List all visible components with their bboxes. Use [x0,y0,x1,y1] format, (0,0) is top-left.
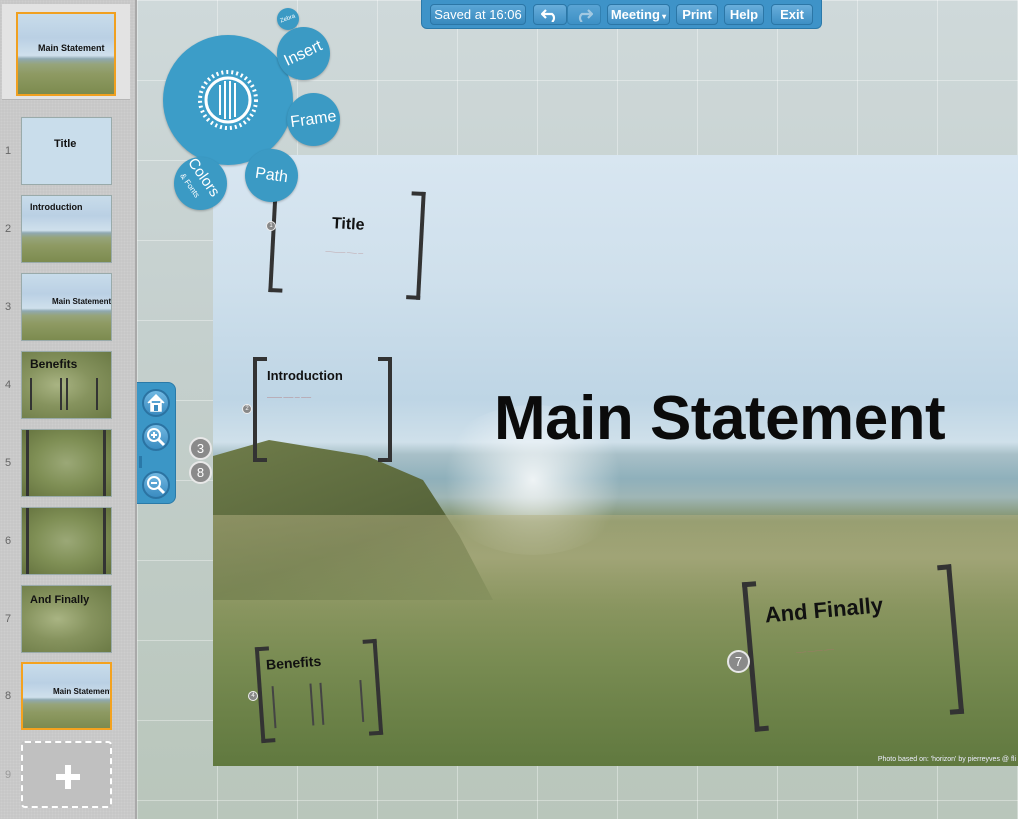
undo-icon [540,9,556,23]
slide-number: 5 [5,457,12,469]
thumb-bracket [26,508,106,574]
zoom-panel [137,382,176,504]
slide-number: 6 [5,535,12,547]
slide-canvas[interactable]: Title ———— —— — 1 Introduction ——— —— — … [213,155,1018,766]
slide-number: 9 [5,769,12,781]
slide-row-9[interactable]: 9 [0,741,137,811]
help-button[interactable]: Help [724,4,764,25]
insert-label: Insert [281,36,326,70]
slide-thumb-label: Main Statement [53,687,112,696]
slide-number: 1 [5,145,12,157]
overview-image: Main Statement [16,12,116,96]
slide-number: 8 [5,690,12,702]
zoom-out-icon [147,476,166,495]
frame-label: Frame [289,107,338,131]
bracket-right [406,191,426,300]
slide-thumb-3[interactable]: Main Statement [21,273,112,341]
slide-thumb-label: And Finally [30,594,90,606]
slide-number: 7 [5,613,12,625]
slide-row-7[interactable]: 7 And Finally [0,585,137,655]
home-icon [147,393,165,412]
slide-row-3[interactable]: 3 Main Statement [0,273,137,343]
slide-thumb-label: Title [54,138,77,150]
zoom-in-button[interactable] [142,423,170,451]
saved-status: Saved at 16:06 [430,4,526,25]
slide-thumb-6[interactable] [21,507,112,575]
slide-thumb-5[interactable] [21,429,112,497]
path-badge-7[interactable]: 7 [727,650,750,673]
thumb-bracket [66,378,98,410]
thumb-bracket [26,430,106,496]
slide-thumb-label: Main Statement [52,297,112,306]
slide-row-2[interactable]: 2 Introduction [0,195,137,265]
slide-thumb-2[interactable]: Introduction [21,195,112,263]
path-point-benefits[interactable]: 4 [248,691,258,701]
exit-button[interactable]: Exit [771,4,813,25]
insert-bubble[interactable]: Insert [277,27,330,80]
slide-number: 4 [5,379,12,391]
slide-row-8[interactable]: 8 Main Statement [0,662,137,732]
bracket-left [253,357,267,462]
frame-title-text[interactable]: Title [331,215,364,235]
frame-and-finally[interactable]: And Finally —— ——— —— [741,564,965,732]
slide-number: 2 [5,223,12,235]
photo-credit: Photo based on: 'horizon' by pierreyves … [877,756,1016,763]
print-button[interactable]: Print [676,4,718,25]
small-bubble[interactable]: Zebra [277,8,299,30]
frame-bubble[interactable]: Frame [287,93,340,146]
benefits-subframe-2 [319,680,365,725]
plus-icon [56,765,80,789]
main-statement-text[interactable]: Main Statement [494,383,946,454]
path-bubble[interactable]: Path [245,149,298,202]
meeting-label: Meeting [610,7,660,22]
frame-benefits-text[interactable]: Benefits [265,653,321,673]
slide-row-6[interactable]: 6 [0,507,137,577]
slide-row-4[interactable]: 4 Benefits [0,351,137,421]
dropdown-arrow-icon: ▾ [659,12,667,21]
undo-button[interactable] [533,4,567,25]
thumb-bracket [30,378,62,410]
path-badge-3[interactable]: 3 [189,437,212,460]
slide-thumb-8[interactable]: Main Statement [21,662,112,730]
slide-thumb-label: Benefits [30,357,78,371]
path-point-title[interactable]: 1 [266,221,276,231]
zebra-bubble-main[interactable] [163,35,293,165]
slide-row-1[interactable]: 1 Title [0,117,137,187]
path-point-intro[interactable]: 2 [242,404,252,414]
path-label: Path [254,164,290,186]
colors-fonts-bubble[interactable]: Colors & Fonts [174,155,227,210]
frame-benefits[interactable]: Benefits [254,638,384,744]
home-button[interactable] [142,389,170,417]
frame-intro-placeholder: ——— —— — —— [267,395,312,401]
path-badge-8[interactable]: 8 [189,461,212,484]
benefits-subframe-1 [271,683,315,729]
zoom-out-button[interactable] [142,471,170,499]
frame-subtitle-placeholder: ———— —— — [325,248,364,257]
slide-number: 3 [5,301,12,313]
frame-intro-text[interactable]: Introduction [267,368,343,383]
top-toolbar: Saved at 16:06 Meeting ▾ Print Help Exit [421,0,822,29]
slide-thumb-7[interactable]: And Finally [21,585,112,653]
prezi-editor: Title ———— —— — 1 Introduction ——— —— — … [0,0,1018,819]
overview-thumbnail[interactable]: Main Statement [2,4,130,100]
slide-sidebar[interactable]: Main Statement 1 Title 2 Introduction 3 … [0,0,137,819]
zebra-icon [198,70,258,130]
redo-button[interactable] [567,4,601,25]
frame-introduction[interactable]: Introduction ——— —— — —— [253,357,392,462]
frame-finally-placeholder: —— ——— —— [795,646,835,656]
zoom-in-icon [147,428,166,447]
add-slide-button[interactable] [21,741,112,808]
slide-thumb-4[interactable]: Benefits [21,351,112,419]
frame-finally-text[interactable]: And Finally [764,592,884,628]
slide-thumb-1[interactable]: Title [21,117,112,185]
frame-title[interactable]: Title ———— —— — [268,184,426,300]
meeting-button[interactable]: Meeting ▾ [607,4,670,25]
overview-label: Main Statement [38,43,105,53]
slide-row-5[interactable]: 5 [0,429,137,499]
slide-thumb-label: Introduction [30,202,83,212]
bracket-right [378,357,392,462]
redo-icon [578,9,594,23]
zoom-slider-handle[interactable] [139,456,142,468]
